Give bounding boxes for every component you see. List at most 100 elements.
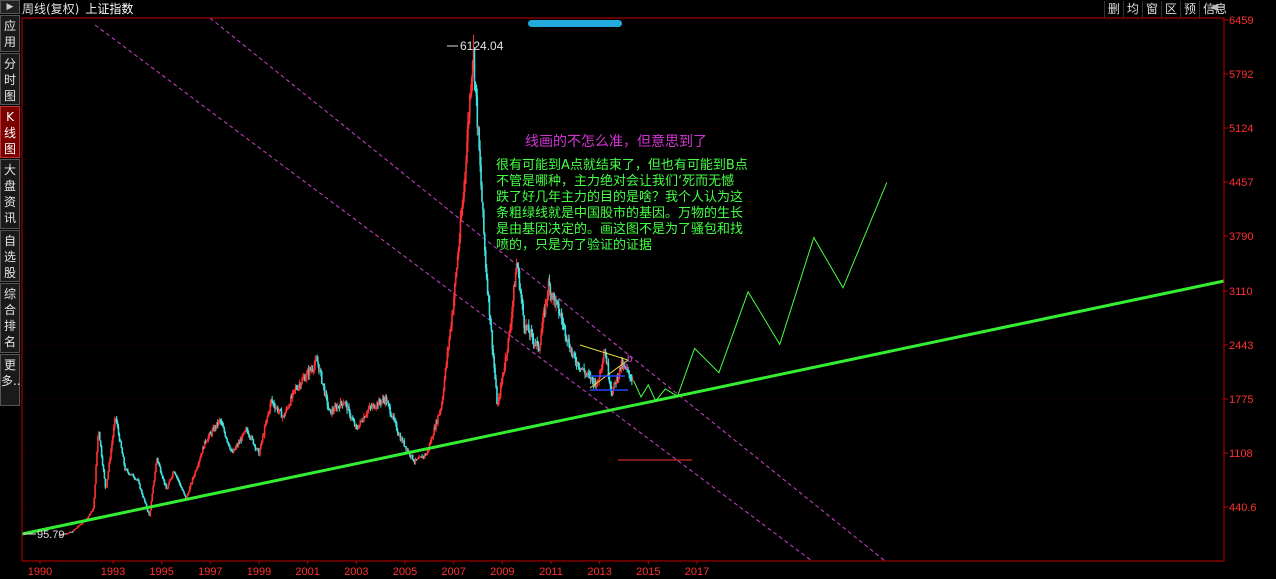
candle-body (149, 510, 152, 516)
x-tick-label: 2009 (490, 566, 514, 578)
candle-body (483, 209, 485, 234)
candle-body (259, 449, 261, 456)
x-tick-label: 2013 (587, 566, 611, 578)
candle-body (167, 485, 169, 489)
y-tick-label: 4457 (1229, 177, 1253, 189)
candle-body (327, 405, 330, 409)
chart-title: 周线(复权) 上证指数 (22, 0, 133, 18)
x-tick-label: 2017 (685, 566, 709, 578)
candle-body (172, 472, 174, 477)
sidebar-item-more[interactable]: 更多.. (0, 354, 21, 406)
x-tick-label: 1990 (28, 566, 52, 578)
y-tick-label: 2443 (1229, 340, 1253, 352)
sidebar-item-watchlist[interactable]: 自选股 (0, 230, 20, 282)
candle-body (301, 379, 303, 384)
y-tick-label: 3110 (1229, 286, 1253, 298)
scroll-indicator (528, 20, 622, 27)
period-label: 周线(复权) (22, 2, 80, 16)
candle-body (183, 491, 185, 494)
candle-body (154, 472, 156, 481)
annotation-title: 线画的不怎么准，但意思到了 (525, 134, 707, 150)
x-tick-label: 1995 (149, 566, 173, 578)
candle-body (98, 432, 101, 441)
sidebar-item-intraday[interactable]: 分时图 (0, 53, 20, 105)
candle-body (152, 485, 154, 494)
candle-body (513, 285, 515, 301)
window-button[interactable]: 窗 (1141, 1, 1161, 18)
candle-body (205, 441, 208, 443)
peak-label: 6124.04 (460, 39, 504, 53)
y-tick-label: 5792 (1229, 69, 1253, 81)
x-tick-label: 1993 (101, 566, 125, 578)
forecast-button[interactable]: 预 (1179, 1, 1199, 18)
candle-body (162, 478, 165, 480)
candle-body (320, 371, 323, 384)
candle-body (92, 508, 94, 512)
candle-body (96, 451, 98, 466)
candle-body (522, 303, 524, 316)
candle-body (95, 465, 97, 485)
trendline (21, 279, 1225, 536)
candle-body (476, 96, 479, 128)
sidebar-item-market-news[interactable]: 大盘资讯 (0, 159, 20, 229)
channel-line-upper (209, 17, 886, 562)
candle-body (107, 471, 109, 480)
x-tick-label: 2011 (539, 566, 563, 578)
candle-body (481, 185, 483, 203)
candle-body (411, 454, 414, 460)
candle-body (201, 453, 203, 455)
candle-body (157, 458, 159, 462)
candle-body (138, 480, 140, 484)
low-label: 95.79 (37, 529, 65, 541)
candle-body (539, 344, 541, 350)
annotation-body: 很有可能到A点就结束了，但也有可能到B点 不管是哪种，主力绝对会让我们‘死而无憾… (496, 158, 748, 253)
kline-chart[interactable]: ab6124.0495.79 6459579251244457379031102… (0, 0, 1276, 579)
candle-body (229, 446, 231, 450)
x-tick-label: 2015 (636, 566, 660, 578)
candle-body (553, 293, 555, 298)
candle-body (251, 436, 254, 440)
x-tick-label: 2007 (441, 566, 465, 578)
candle-body (437, 415, 439, 424)
candle-body (182, 489, 184, 492)
range-button[interactable]: 区 (1160, 1, 1180, 18)
candle-body (417, 458, 420, 460)
sidebar-collapse-icon[interactable]: ▶ (0, 0, 20, 14)
candles (58, 34, 634, 536)
y-tick-label: 1775 (1229, 394, 1253, 406)
candle-body (184, 493, 186, 496)
plot-frame (21, 17, 1225, 562)
candle-body (610, 385, 613, 393)
delete-button[interactable]: 删 (1103, 1, 1123, 18)
y-tick-label: 3790 (1229, 231, 1253, 243)
sidebar-item-apps[interactable]: 应用 (0, 15, 20, 52)
candle-body (151, 493, 154, 502)
candle-body (226, 438, 228, 442)
candle-body (94, 484, 96, 498)
channel-lines (94, 17, 886, 562)
candle-body (120, 441, 123, 448)
candle-body (122, 453, 124, 457)
candle-body (93, 497, 95, 509)
candle-body (501, 375, 504, 382)
y-tick-label: 440.6 (1229, 502, 1257, 514)
candle-body (487, 293, 490, 296)
sidebar-item-kline[interactable]: K线图 (0, 106, 20, 158)
candle-body (199, 458, 201, 462)
candle-body (340, 401, 343, 404)
moving-average-button[interactable]: 均 (1122, 1, 1142, 18)
candle-body (187, 492, 190, 494)
panel-collapse-icon[interactable]: ◀ (1210, 2, 1218, 13)
candle-body (451, 314, 453, 327)
y-tick-label: 6459 (1229, 15, 1253, 27)
index-name: 上证指数 (85, 2, 134, 16)
candle-body (403, 440, 406, 446)
candle-body (227, 441, 229, 444)
y-tick-label: 5124 (1229, 123, 1253, 135)
candle-body (89, 513, 92, 515)
sidebar-item-ranking[interactable]: 综合排名 (0, 283, 20, 353)
candle-body (168, 481, 170, 486)
x-tick-label: 2001 (295, 566, 319, 578)
candle-body (224, 432, 227, 437)
x-tick-label: 1999 (247, 566, 271, 578)
